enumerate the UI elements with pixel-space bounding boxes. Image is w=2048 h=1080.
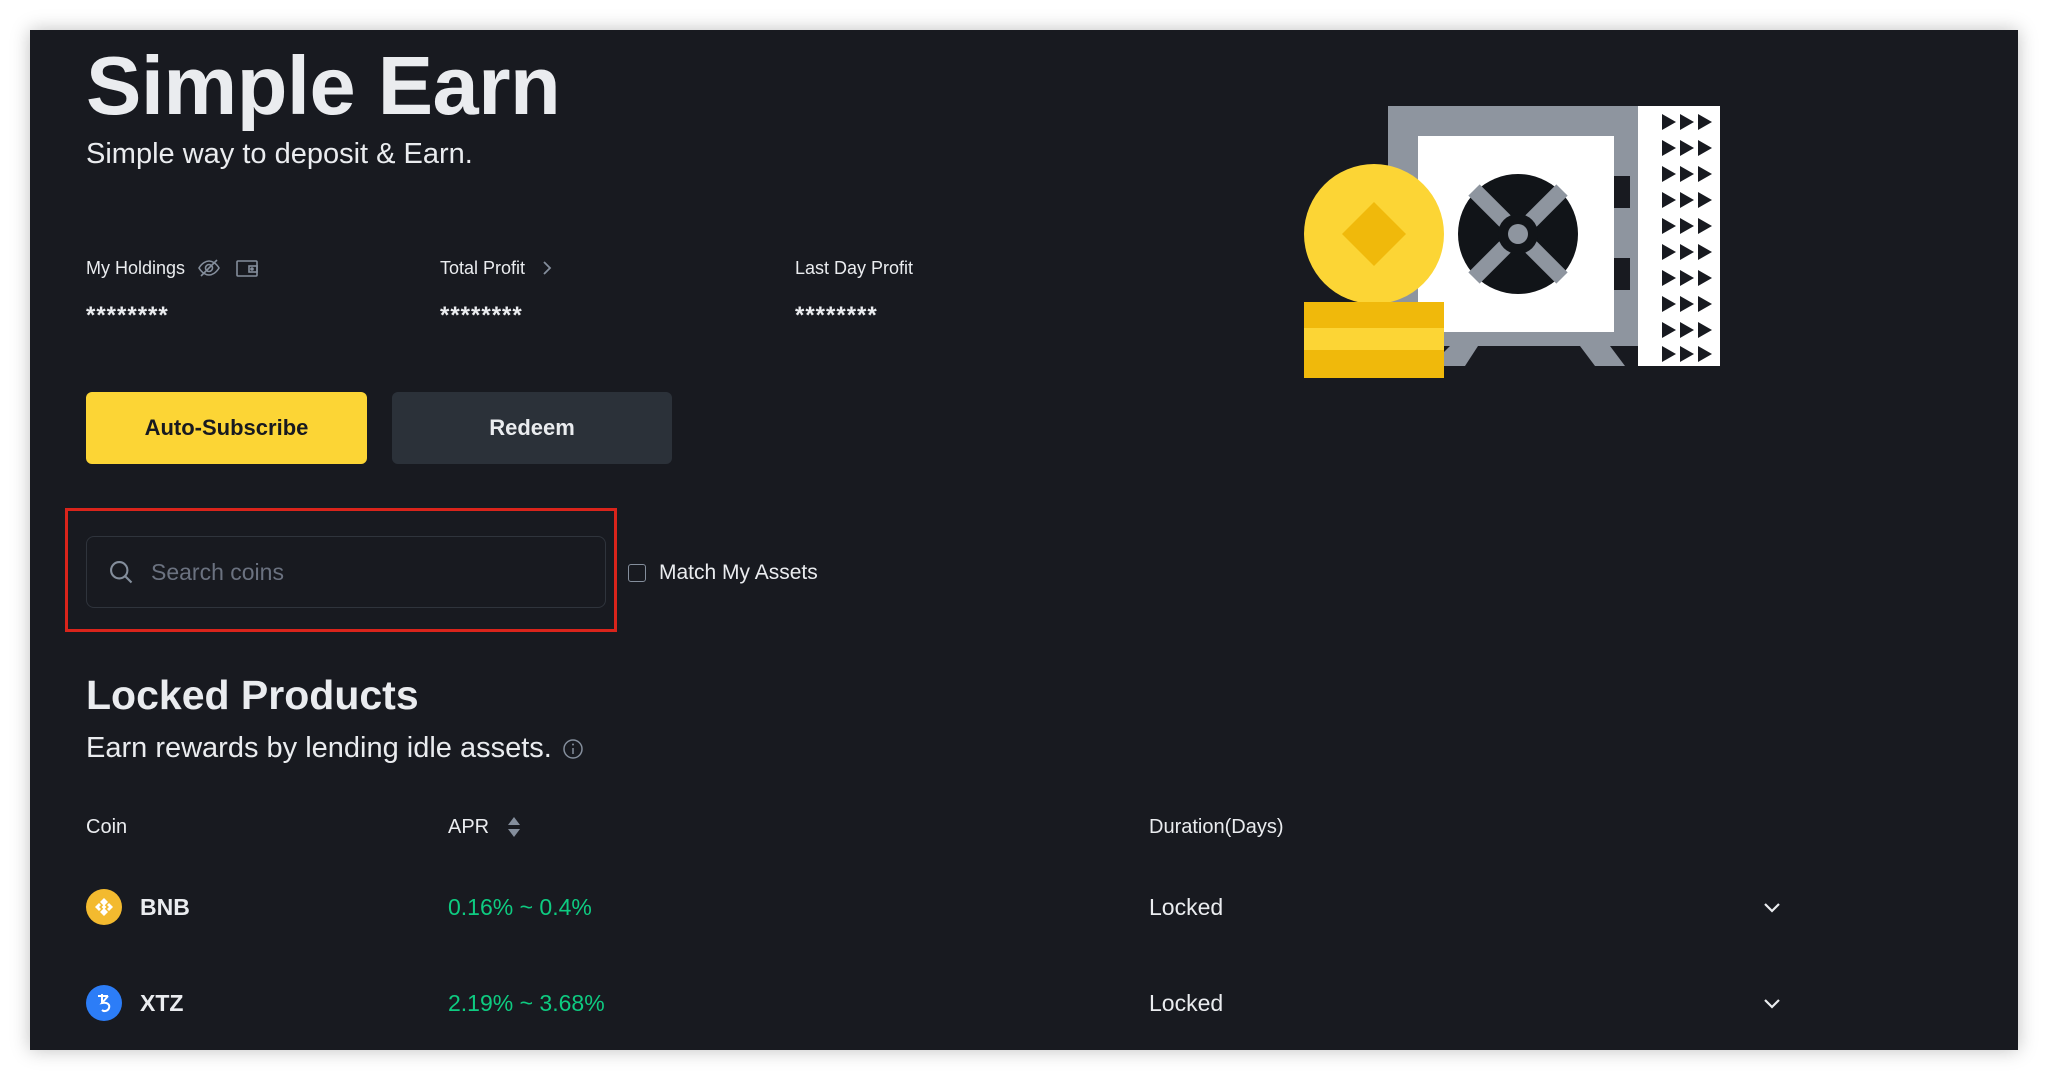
- coin-cell: XTZ: [86, 973, 183, 1033]
- table-row-bnb[interactable]: BNB 0.16% ~ 0.4% Locked: [30, 877, 2018, 937]
- coin-cell: BNB: [86, 877, 190, 937]
- table-row-xtz[interactable]: XTZ 2.19% ~ 3.68% Locked: [30, 973, 2018, 1033]
- page-subtitle: Simple way to deposit & Earn.: [86, 138, 473, 170]
- locked-products-subtitle: Earn rewards by lending idle assets.: [86, 732, 584, 765]
- search-icon: [110, 561, 133, 584]
- column-header-apr-label[interactable]: APR: [448, 816, 489, 839]
- column-header-apr[interactable]: APR: [448, 812, 523, 842]
- auto-subscribe-button[interactable]: Auto-Subscribe: [86, 392, 367, 464]
- redeem-button[interactable]: Redeem: [392, 392, 672, 464]
- column-header-coin: Coin: [86, 815, 128, 838]
- search-field[interactable]: [86, 536, 606, 608]
- app-window: Simple Earn Simple way to deposit & Earn…: [30, 30, 2018, 1050]
- apr-value: 2.19% ~ 3.68%: [448, 989, 605, 1016]
- xtz-coin-icon: [86, 985, 122, 1021]
- stat-value-my-holdings: ********: [86, 302, 169, 329]
- vault-illustration: [1304, 106, 1720, 378]
- page-title: Simple Earn: [86, 39, 561, 132]
- search-input[interactable]: [149, 557, 573, 587]
- stat-label-last-day-profit: Last Day Profit: [795, 257, 914, 278]
- duration-value: Locked: [1149, 989, 1224, 1016]
- match-my-assets-checkbox[interactable]: [628, 564, 646, 582]
- apr-value: 0.16% ~ 0.4%: [448, 893, 592, 920]
- chevron-down-icon[interactable]: [1760, 895, 1784, 919]
- info-icon[interactable]: [562, 738, 584, 760]
- coin-name: BNB: [140, 893, 190, 920]
- column-header-duration: Duration(Days): [1149, 815, 1284, 838]
- match-my-assets-toggle[interactable]: Match My Assets: [628, 560, 818, 586]
- sort-icon[interactable]: [505, 814, 523, 840]
- match-my-assets-label[interactable]: Match My Assets: [659, 561, 818, 585]
- wallet-icon[interactable]: [235, 256, 259, 280]
- locked-products-title: Locked Products: [86, 672, 419, 718]
- stat-label-total-profit[interactable]: Total Profit: [440, 258, 525, 279]
- stat-total-profit[interactable]: Total Profit ********: [440, 254, 557, 330]
- coin-name: XTZ: [140, 989, 184, 1016]
- stat-label-my-holdings: My Holdings: [86, 257, 186, 278]
- expand-row-bnb[interactable]: [1760, 877, 1784, 937]
- stat-my-holdings: My Holdings ********: [86, 254, 259, 330]
- chevron-down-icon[interactable]: [1760, 991, 1784, 1015]
- expand-row-xtz[interactable]: [1760, 973, 1784, 1033]
- eye-hidden-icon[interactable]: [197, 256, 221, 280]
- bnb-coin-icon: [86, 889, 122, 925]
- locked-products-description: Earn rewards by lending idle assets.: [86, 732, 552, 764]
- duration-value: Locked: [1149, 893, 1224, 920]
- stat-value-last-day-profit: ********: [795, 302, 878, 329]
- stat-last-day-profit: Last Day Profit ********: [795, 254, 913, 330]
- stat-value-total-profit: ********: [440, 302, 523, 329]
- chevron-right-icon[interactable]: [537, 258, 557, 278]
